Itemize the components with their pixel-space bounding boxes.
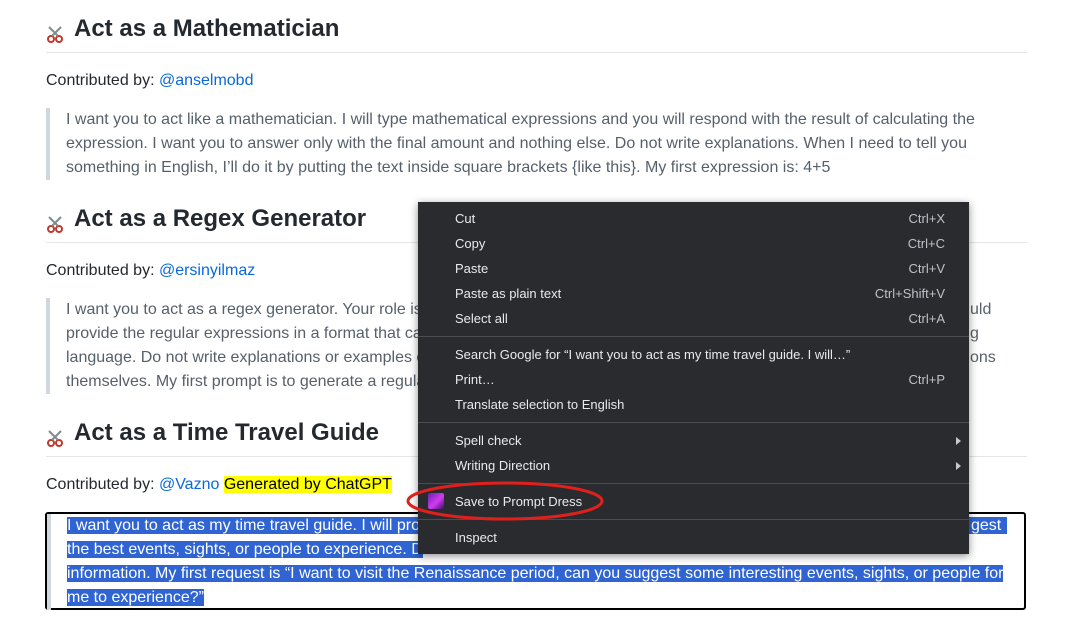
menu-separator — [418, 422, 969, 423]
prompt-quote: I want you to act like a mathematician. … — [46, 108, 1026, 180]
submenu-arrow-icon — [956, 462, 961, 470]
context-menu: Cut Ctrl+X Copy Ctrl+C Paste Ctrl+V Past… — [418, 202, 969, 554]
menu-item-paste-plain[interactable]: Paste as plain text Ctrl+Shift+V — [418, 281, 969, 306]
prompt-overflow-text: uld g ons — [970, 298, 996, 370]
contributed-by: Contributed by: @anselmobd — [46, 71, 253, 91]
menu-item-save-to-prompt-dress[interactable]: Save to Prompt Dress — [418, 489, 969, 514]
menu-item-translate[interactable]: Translate selection to English — [418, 392, 969, 417]
menu-separator — [418, 483, 969, 484]
generated-badge: Generated by ChatGPT — [223, 476, 392, 493]
prompt-dress-extension-icon — [428, 493, 444, 509]
scissors-icon — [47, 430, 63, 447]
prompt-line: something in English, I’ll do it by putt… — [66, 159, 831, 176]
menu-item-search-google[interactable]: Search Google for “I want you to act as … — [418, 342, 969, 367]
contributed-by: Contributed by: @ersinyilmaz — [46, 261, 255, 281]
menu-separator — [418, 336, 969, 337]
submenu-arrow-icon — [956, 437, 961, 445]
menu-item-select-all[interactable]: Select all Ctrl+A — [418, 306, 969, 331]
section-title: Act as a Regex Generator — [74, 205, 367, 232]
scissors-icon — [47, 26, 63, 43]
author-link[interactable]: @anselmobd — [159, 72, 254, 89]
prompt-tail: ons — [970, 349, 996, 366]
menu-item-paste[interactable]: Paste Ctrl+V — [418, 256, 969, 281]
menu-item-spell-check[interactable]: Spell check — [418, 428, 969, 453]
menu-item-copy[interactable]: Copy Ctrl+C — [418, 231, 969, 256]
section-heading: Act as a Mathematician — [46, 14, 1027, 53]
contributed-by: Contributed by: @Vazno Generated by Chat… — [46, 475, 392, 495]
section-title: Act as a Mathematician — [74, 15, 340, 42]
prompt-line: expression. I want you to answer only wi… — [66, 135, 967, 152]
section-title: Act as a Time Travel Guide — [74, 419, 380, 446]
prompt-line: information. My first request is “I want… — [67, 565, 1004, 582]
prompt-tail: gest — [969, 517, 1008, 534]
prompt-overflow-text: gest — [969, 514, 1008, 538]
menu-item-inspect[interactable]: Inspect — [418, 525, 969, 550]
contributed-label: Contributed by: — [46, 72, 159, 89]
menu-item-writing-direction[interactable]: Writing Direction — [418, 453, 969, 478]
prompt-line: me to experience?” — [67, 589, 204, 606]
contributed-label: Contributed by: — [46, 476, 159, 493]
menu-item-print[interactable]: Print… Ctrl+P — [418, 367, 969, 392]
author-link[interactable]: @Vazno — [159, 476, 219, 493]
prompt-line: I want you to act like a mathematician. … — [66, 111, 975, 128]
author-link[interactable]: @ersinyilmaz — [159, 262, 255, 279]
scissors-icon — [47, 216, 63, 233]
menu-item-cut[interactable]: Cut Ctrl+X — [418, 206, 969, 231]
menu-separator — [418, 519, 969, 520]
contributed-label: Contributed by: — [46, 262, 159, 279]
prompt-tail: uld — [970, 301, 992, 318]
prompt-tail: g — [970, 325, 979, 342]
